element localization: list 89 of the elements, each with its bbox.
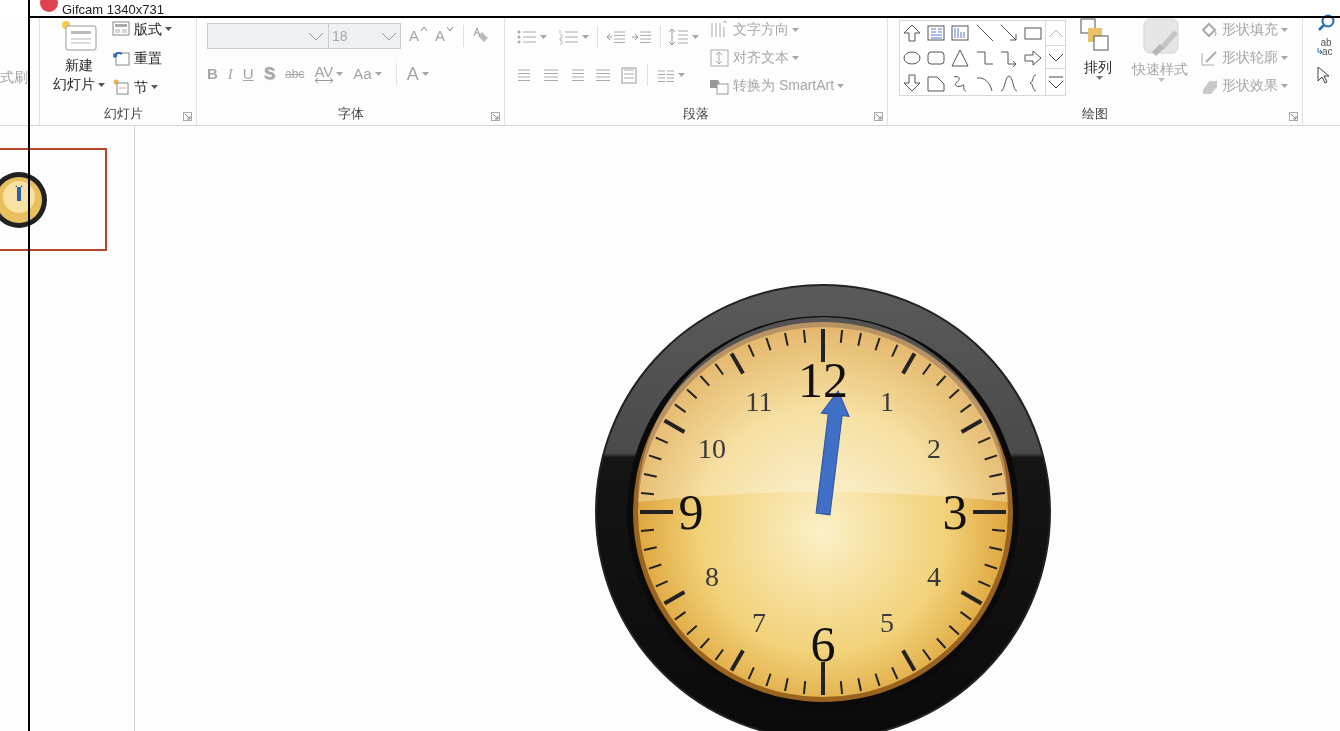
shape-button[interactable]: [999, 23, 1019, 42]
chevron-down-icon: [1047, 52, 1064, 62]
group-label: 幻灯片: [103, 105, 143, 124]
decrease-indent-icon: [606, 29, 626, 45]
shape-button[interactable]: [999, 73, 1019, 92]
new-slide-button[interactable]: 新建 幻灯片: [50, 18, 108, 104]
align-icon: [710, 48, 729, 67]
caret-icon: [692, 35, 699, 39]
curve-icon: [999, 73, 1018, 92]
elbow-arrow-connector-icon: [999, 48, 1018, 67]
elbow-connector-icon: [975, 48, 994, 67]
clock-numeral: 3: [942, 484, 968, 540]
layout-button[interactable]: 版式: [112, 19, 172, 39]
pentagon-icon: [926, 73, 945, 92]
section-icon: [112, 79, 130, 95]
caret-icon: [540, 35, 547, 39]
triangle-icon: [951, 48, 970, 67]
shape-button[interactable]: [950, 48, 970, 67]
shape-button[interactable]: [1023, 48, 1043, 67]
arrow-line-icon: [999, 23, 1018, 42]
expand-gallery-icon: [1047, 75, 1064, 89]
clock-numeral: 9: [678, 484, 704, 540]
caret-icon: [678, 73, 685, 77]
group-label: 字体: [337, 105, 364, 124]
shape-button[interactable]: [902, 73, 921, 92]
line-spacing-icon: [669, 28, 689, 46]
launcher-icon: [183, 112, 192, 121]
caret-icon: [582, 35, 589, 39]
clock-numeral: 5: [880, 607, 894, 639]
double-arrow-icon: [314, 77, 333, 83]
distribute-icon: [621, 66, 637, 84]
clock-numeral: 12: [798, 352, 848, 408]
clock-numeral: 6: [810, 616, 836, 672]
launcher-icon: [491, 112, 500, 121]
down-arrow-icon: [902, 73, 921, 92]
return-arrow-icon: [1317, 48, 1322, 55]
slide-thumbnail[interactable]: [0, 148, 107, 251]
clock-thumbnail-drawing: [0, 170, 48, 229]
clock-numeral: 10: [698, 432, 727, 464]
clock-numeral: 11: [745, 385, 773, 417]
search-button[interactable]: [1317, 14, 1335, 32]
shape-button[interactable]: [926, 73, 946, 92]
section-button[interactable]: 节: [112, 77, 172, 97]
search-icon: [1317, 14, 1335, 32]
numbered-list-icon: [559, 29, 579, 45]
group-label: 段落: [683, 105, 709, 124]
chevron-up-icon: [1047, 28, 1064, 38]
fill-icon: [1200, 20, 1218, 39]
outline-icon: [1200, 48, 1218, 67]
launcher-icon: [1289, 112, 1298, 121]
oval-icon: [902, 48, 921, 67]
clock-numeral: 2: [926, 432, 941, 464]
layout-icon: [112, 21, 130, 37]
align-left-icon: [517, 66, 533, 84]
right-arrow-icon: [1024, 48, 1043, 67]
cursor-icon: [1317, 66, 1331, 84]
reset-icon: [112, 50, 130, 66]
text-box-icon: [926, 23, 945, 42]
rounded-rectangle-icon: [926, 48, 945, 67]
window-title: Gifcam 1340x731: [62, 3, 164, 16]
shape-button[interactable]: [902, 23, 921, 42]
reset-button[interactable]: 重置: [112, 48, 172, 68]
new-slide-icon: [60, 20, 98, 52]
clock-numeral: 7: [752, 607, 766, 639]
bullet-list-icon: [517, 29, 537, 45]
scroll-down-button[interactable]: [1046, 45, 1065, 69]
vertical-text-box-icon: [951, 23, 970, 42]
line-icon: [975, 23, 994, 42]
chevron-down-icon: [381, 31, 397, 41]
columns-icon: [658, 68, 675, 82]
shape-button[interactable]: [902, 48, 921, 67]
align-right-icon: [569, 66, 585, 84]
shape-button[interactable]: [975, 23, 994, 42]
launcher-icon: [874, 112, 883, 121]
align-center-icon: [543, 66, 559, 84]
clock-numeral: 1: [880, 385, 894, 417]
direction-icon: [710, 20, 729, 39]
arrange-button[interactable]: 排列: [1076, 18, 1120, 104]
app-icon: [40, 0, 58, 12]
shape-button[interactable]: [926, 48, 946, 67]
up-arrow-icon: [902, 23, 921, 42]
group-label: 绘图: [1082, 105, 1108, 124]
justify-icon: [595, 66, 611, 84]
increase-indent-icon: [632, 29, 652, 45]
clock-numeral: 4: [926, 560, 941, 592]
clock-numeral: 8: [705, 560, 720, 592]
left-brace-icon: [1029, 73, 1038, 92]
chevron-down-icon: [308, 31, 324, 41]
replace-button[interactable]: ab ac: [1317, 38, 1335, 56]
